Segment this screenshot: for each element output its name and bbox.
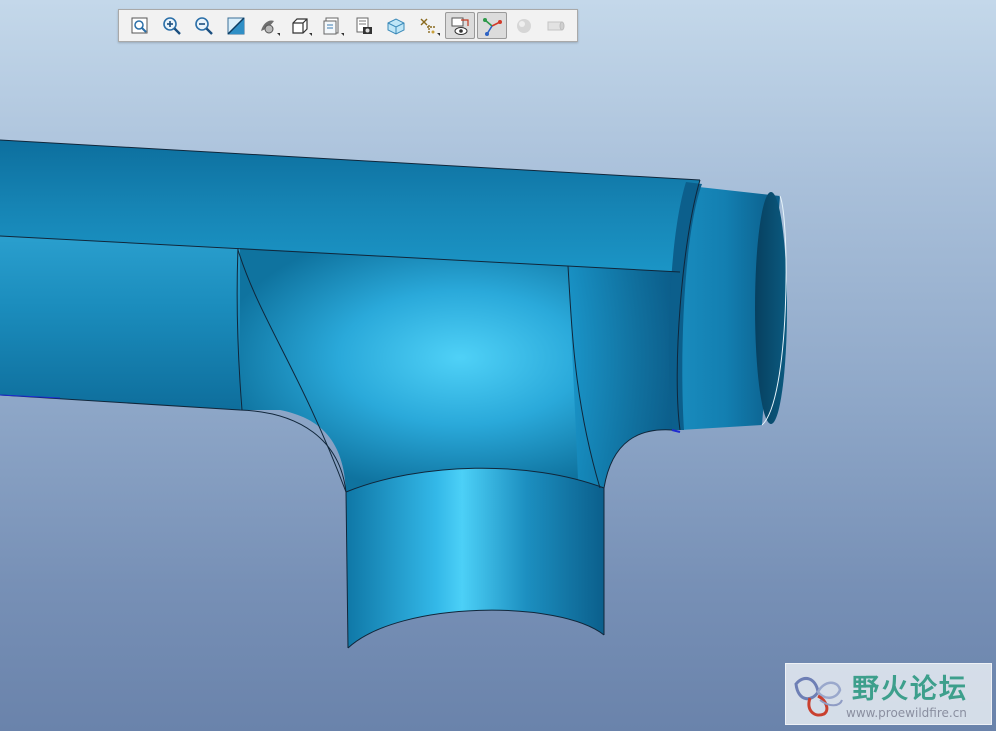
appearance-icon — [517, 18, 531, 33]
datum-display-button[interactable] — [413, 12, 443, 39]
main-pipe-right-segment — [570, 266, 680, 488]
saved-orientations-icon — [292, 17, 308, 34]
graphics-window[interactable]: 野火论坛 www.proewildfire.cn — [0, 0, 996, 731]
zoom-out-button[interactable] — [189, 12, 219, 39]
perspective-button[interactable] — [381, 12, 411, 39]
snapshot-button[interactable] — [349, 12, 379, 39]
main-pipe-body — [0, 236, 240, 410]
display-style-icon — [261, 19, 274, 33]
saved-orientations-button[interactable] — [285, 12, 315, 39]
refit-icon — [131, 17, 148, 33]
branch-pipe — [346, 468, 604, 648]
section-button[interactable] — [541, 12, 571, 39]
zoom-in-button[interactable] — [157, 12, 187, 39]
repaint-button[interactable] — [221, 12, 251, 39]
display-style-button[interactable] — [253, 12, 283, 39]
butterfly-logo-icon — [794, 676, 843, 717]
annotation-display-button[interactable] — [445, 12, 475, 39]
watermark-url: www.proewildfire.cn — [846, 706, 967, 720]
pipe-tee-model[interactable] — [0, 0, 996, 731]
refit-button[interactable] — [125, 12, 155, 39]
perspective-icon — [387, 17, 405, 35]
view-toolbar — [118, 9, 578, 42]
datum-display-icon — [420, 18, 436, 34]
view-manager-icon — [323, 17, 339, 34]
watermark-title: 野火论坛 — [852, 674, 968, 705]
spin-center-button[interactable] — [477, 12, 507, 39]
view-manager-button[interactable] — [317, 12, 347, 39]
appearance-button[interactable] — [509, 12, 539, 39]
forum-watermark: 野火论坛 www.proewildfire.cn — [785, 663, 992, 725]
repaint-icon — [227, 16, 245, 35]
snapshot-icon — [356, 17, 372, 34]
spin-center-icon — [483, 17, 502, 36]
zoom-in-icon — [163, 16, 181, 35]
zoom-out-icon — [195, 16, 213, 35]
end-coupling-face — [755, 192, 787, 424]
section-icon — [547, 21, 565, 30]
annotation-display-icon — [451, 17, 469, 35]
